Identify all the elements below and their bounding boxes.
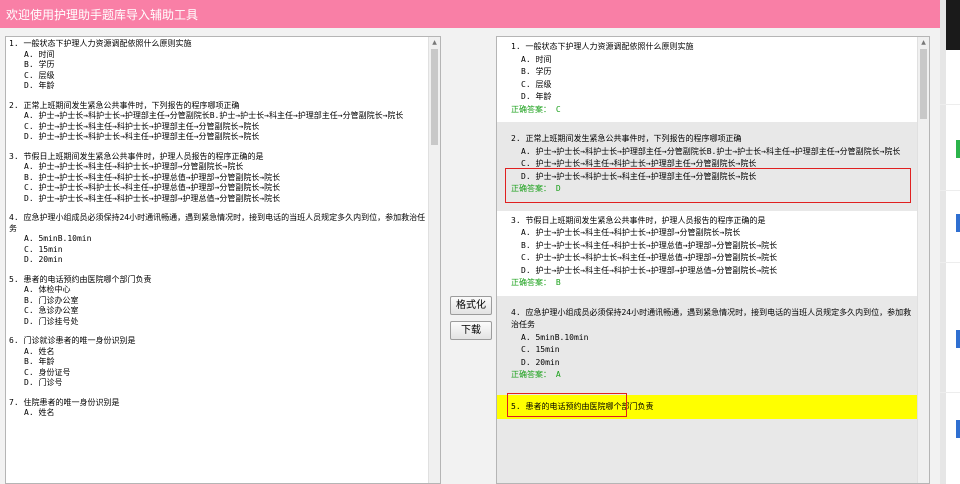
option-text: C. 急诊办公室 [24, 306, 79, 315]
background-border [940, 0, 946, 484]
option-text: A. 时间 [521, 54, 552, 64]
scroll-thumb[interactable] [431, 49, 438, 145]
option-text: A. 5minB.10min [521, 332, 589, 342]
question-text: 2. 正常上班期间发生紧急公共事件时，下列报告的程序哪项正确 [9, 100, 240, 110]
option-text: C. 15min [24, 244, 63, 254]
question-text: 3. 节假日上班期间发生紧急公共事件时，护理人员报告的程序正确的是 [9, 151, 264, 161]
source-question: 6. 门诊就诊患者的唯一身份识别是 A. 姓名 B. 年龄 C. 身份证号 D.… [9, 336, 426, 389]
option-text: C. 身份证号 [24, 367, 71, 377]
app-window: 欢迎使用护理助手题库导入辅助工具 1. 一般状态下护理人力资源调配依照什么原则实… [0, 0, 940, 484]
question-text: 4. 应急护理小组成员必须保持24小时通讯畅通，遇到紧急情况时，接到电话的当班人… [511, 307, 912, 330]
option-text: A. 姓名 [24, 346, 55, 356]
preview-question: 1. 一般状态下护理人力资源调配依照什么原则实施 A. 时间 B. 学历 C. … [497, 37, 929, 122]
download-button[interactable]: 下载 [450, 321, 492, 340]
option-text: A. 姓名 [24, 408, 55, 417]
background-window-edge [940, 0, 960, 484]
option-text: D. 门诊号 [24, 378, 63, 387]
option-text: D. 年龄 [24, 81, 55, 90]
question-text: 2. 正常上班期间发生紧急公共事件时，下列报告的程序哪项正确 [511, 134, 742, 143]
scroll-thumb[interactable] [920, 49, 927, 119]
option-text: A. 护士→护士长→科主任→科护士长→护理部→分管副院长→院长 [521, 228, 741, 237]
preview-panel: 1. 一般状态下护理人力资源调配依照什么原则实施 A. 时间 B. 学历 C. … [496, 36, 930, 484]
question-text: 1. 一般状态下护理人力资源调配依照什么原则实施 [511, 42, 694, 51]
question-text: 6. 门诊就诊患者的唯一身份识别是 [9, 336, 136, 345]
scroll-up-icon[interactable]: ▲ [429, 37, 440, 49]
error-highlight-box [507, 393, 627, 417]
source-question: 3. 节假日上班期间发生紧急公共事件时，护理人员报告的程序正确的是 A. 护士→… [9, 152, 426, 205]
source-question: 5. 患者的电话预约由医院哪个部门负责 A. 体检中心 B. 门诊办公室 C. … [9, 275, 426, 328]
divider [940, 262, 960, 263]
option-text: A. 护士→护士长→科主任→科护士长→护理部→分管副院长→院长 [24, 162, 244, 171]
correct-answer: 正确答案： A [511, 370, 561, 379]
green-marker [956, 140, 960, 158]
question-text: 1. 一般状态下护理人力资源调配依照什么原则实施 [9, 39, 192, 48]
source-textarea[interactable]: 1. 一般状态下护理人力资源调配依照什么原则实施 A. 时间 B. 学历 C. … [5, 36, 441, 484]
option-text: D. 护士→护士长→科主任→科护士长→护理部→护理总值→分管副院长→院长 [24, 193, 281, 203]
option-text: A. 时间 [24, 49, 55, 59]
option-text: C. 护士→护士长→科护士长→科主任→护理总值→护理部→分管副院长→院长 [24, 183, 281, 192]
option-text: B. 护士→护士长→科主任→科护士长→护理总值→护理部→分管副院长→院长 [521, 240, 778, 250]
error-highlight-box [505, 168, 911, 203]
source-question: 2. 正常上班期间发生紧急公共事件时，下列报告的程序哪项正确 A. 护士→护士长… [9, 101, 426, 143]
option-text: B. 学历 [24, 60, 55, 69]
option-text: A. 5minB.10min [24, 234, 92, 243]
option-text: D. 20min [521, 357, 560, 367]
source-question: 4. 应急护理小组成员必须保持24小时通讯畅通，遇到紧急情况时，接到电话的当班人… [9, 213, 426, 266]
option-text: C. 护士→护士长→科护士长→科主任→护理总值→护理部→分管副院长→院长 [521, 253, 778, 262]
option-text: B. 门诊办公室 [24, 295, 79, 305]
source-text: 1. 一般状态下护理人力资源调配依照什么原则实施 A. 时间 B. 学历 C. … [6, 37, 440, 419]
title-bar: 欢迎使用护理助手题库导入辅助工具 [0, 0, 940, 28]
option-text: D. 年龄 [521, 92, 552, 101]
option-text: A. 体检中心 [24, 285, 71, 294]
question-text: 7. 住院患者的唯一身份识别是 [9, 397, 120, 407]
option-text: C. 层级 [521, 79, 552, 89]
question-text: 3. 节假日上班期间发生紧急公共事件时，护理人员报告的程序正确的是 [511, 215, 766, 225]
preview-question: 3. 节假日上班期间发生紧急公共事件时，护理人员报告的程序正确的是 A. 护士→… [497, 210, 929, 296]
blue-marker [956, 420, 960, 438]
correct-answer: 正确答案： C [511, 104, 561, 114]
question-text: 4. 应急护理小组成员必须保持24小时通讯畅通，遇到紧急情况时，接到电话的当班人… [9, 213, 426, 233]
left-scrollbar[interactable]: ▲ [428, 37, 440, 483]
divider [940, 104, 960, 105]
option-text: D. 护士→护士长→科主任→科护士长→护理部→护理总值→分管副院长→院长 [521, 265, 778, 275]
option-text: D. 门诊挂号处 [24, 316, 79, 326]
window-title: 欢迎使用护理助手题库导入辅助工具 [6, 8, 199, 22]
option-text: B. 护士→护士长→科主任→科护士长→护理总值→护理部→分管副院长→院长 [24, 172, 281, 182]
option-text: C. 护士→护士长→科主任→科护士长→护理部主任→分管副院长→院长 [24, 121, 260, 131]
format-button[interactable]: 格式化 [450, 296, 492, 315]
source-question: 1. 一般状态下护理人力资源调配依照什么原则实施 A. 时间 B. 学历 C. … [9, 39, 426, 92]
option-text: D. 护士→护士长→科护士长→科主任→护理部主任→分管副院长→院长 [24, 132, 260, 141]
blue-marker [956, 214, 960, 232]
option-text: D. 20min [24, 255, 63, 264]
right-scrollbar[interactable]: ▲ [917, 37, 929, 483]
correct-answer: 正确答案： B [511, 278, 561, 287]
source-question: 7. 住院患者的唯一身份识别是 A. 姓名 [9, 398, 426, 419]
option-text: A. 护士→护士长→科护士长→护理部主任→分管副院长B.护士→护士长→科主任→护… [24, 111, 404, 120]
blue-marker [956, 330, 960, 348]
option-text: C. 层级 [24, 70, 55, 80]
option-text: A. 护士→护士长→科护士长→护理部主任→分管副院长B.护士→护士长→科主任→护… [521, 146, 901, 156]
preview-question: 4. 应急护理小组成员必须保持24小时通讯畅通，遇到紧急情况时，接到电话的当班人… [497, 302, 929, 388]
option-text: B. 学历 [521, 67, 552, 76]
divider [940, 392, 960, 393]
scroll-up-icon[interactable]: ▲ [918, 37, 929, 49]
option-text: B. 年龄 [24, 357, 55, 366]
option-text: C. 15min [521, 345, 560, 354]
question-text: 5. 患者的电话预约由医院哪个部门负责 [9, 274, 152, 284]
divider [940, 190, 960, 191]
background-dark-panel [946, 0, 960, 50]
